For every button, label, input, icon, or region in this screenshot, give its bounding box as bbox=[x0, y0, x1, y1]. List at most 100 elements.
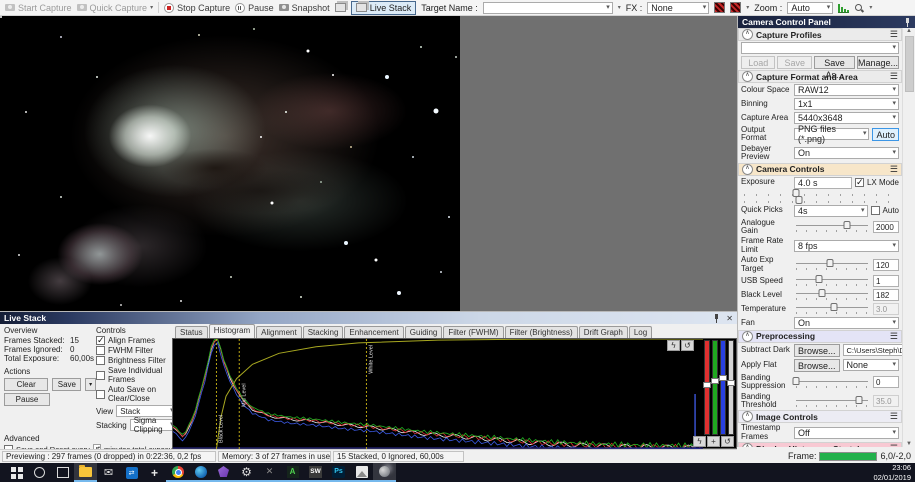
tab-drift-graph[interactable]: Drift Graph bbox=[578, 326, 628, 338]
taskbar-task-view-icon[interactable] bbox=[51, 463, 74, 482]
banding-suppression-slider[interactable] bbox=[792, 376, 870, 388]
pin-icon[interactable] bbox=[904, 17, 911, 27]
load-profile-button[interactable]: Load bbox=[741, 56, 776, 69]
live-stack-histogram-chart[interactable]: Black Level Mid Level White Level ϟ ↺ ϟ + … bbox=[172, 338, 737, 449]
snapshot-button[interactable]: Snapshot bbox=[278, 3, 330, 13]
lx-mode-checkbox[interactable] bbox=[854, 177, 864, 188]
white-level-slider[interactable] bbox=[727, 340, 735, 435]
debayer-preview-combobox[interactable]: On bbox=[794, 147, 899, 160]
livestack-checkbox-auto-save-on-clear-close[interactable]: Auto Save on Clear/Close bbox=[96, 385, 177, 403]
apply-flat-browse-button[interactable]: Browse... bbox=[794, 358, 840, 372]
fx-combobox[interactable]: None bbox=[647, 1, 710, 14]
section-menu-icon[interactable]: ☰ bbox=[890, 411, 898, 422]
checkbox-icon[interactable] bbox=[96, 346, 105, 355]
red-level-slider[interactable] bbox=[703, 340, 711, 435]
black-level-value[interactable]: 182 bbox=[873, 288, 899, 301]
start-capture-button[interactable]: Start Capture bbox=[5, 3, 72, 13]
temperature-slider[interactable] bbox=[794, 303, 870, 315]
taskbar-solidworks-icon[interactable]: SW bbox=[304, 463, 327, 482]
histogram-icon[interactable] bbox=[838, 2, 850, 13]
section-menu-icon[interactable]: ☰ bbox=[890, 29, 898, 40]
magnifier-icon[interactable] bbox=[854, 3, 864, 13]
timestamp-frames-combobox[interactable]: Off bbox=[794, 426, 899, 439]
camera-controls-header[interactable]: ∧ Camera Controls ☰ bbox=[738, 162, 902, 176]
quick-picks-combobox[interactable]: 4s bbox=[794, 204, 868, 217]
reset-icon[interactable]: ↺ bbox=[721, 436, 734, 447]
binning-combobox[interactable]: 1x1 bbox=[794, 98, 899, 110]
tab-status[interactable]: Status bbox=[175, 326, 208, 338]
taskbar-win-icon[interactable] bbox=[5, 463, 28, 482]
taskbar-photoshop-icon[interactable]: Ps bbox=[327, 463, 350, 482]
capture-profiles-header[interactable]: ∧ Capture Profiles ☰ bbox=[738, 28, 902, 41]
stop-capture-button[interactable]: Stop Capture bbox=[164, 2, 230, 13]
banding-suppression-value[interactable]: 0 bbox=[873, 376, 899, 389]
pause-button[interactable]: Pause bbox=[235, 2, 274, 13]
tab-enhancement[interactable]: Enhancement bbox=[344, 326, 404, 338]
auto-exp-target-slider[interactable] bbox=[794, 259, 870, 271]
taskbar-plus-icon[interactable]: + bbox=[143, 463, 166, 482]
zoom-combobox[interactable]: Auto bbox=[787, 1, 834, 14]
pin-icon[interactable] bbox=[713, 313, 720, 323]
taskbar-close-x-icon[interactable]: ✕ bbox=[258, 463, 281, 482]
collapse-icon[interactable]: ∧ bbox=[742, 29, 753, 40]
usb-speed-value[interactable]: 1 bbox=[873, 274, 899, 287]
quick-capture-button[interactable]: Quick Capture ▾ bbox=[76, 3, 153, 13]
usb-speed-slider[interactable] bbox=[794, 275, 870, 287]
capture-format-header[interactable]: ∧ Capture Format and Area ☰ bbox=[738, 70, 902, 83]
frame-rate-limit-combobox[interactable]: 8 fps bbox=[794, 239, 899, 252]
stack-frames-icon[interactable] bbox=[334, 3, 346, 12]
save-profile-button[interactable]: Save bbox=[777, 56, 812, 69]
tab-filter-fwhm[interactable]: Filter (FWHM) bbox=[443, 326, 504, 338]
checkbox-icon[interactable] bbox=[96, 370, 105, 380]
taskbar-clock[interactable]: 23:06 02/01/2019 bbox=[873, 463, 915, 482]
manage-profiles-button[interactable]: Manage... bbox=[856, 56, 899, 69]
auto-stretch-icon[interactable]: ϟ bbox=[667, 340, 680, 351]
subtract-dark-combobox[interactable]: C:\Users\Steph\Desktop\SharpC... bbox=[842, 344, 902, 357]
green-level-slider[interactable] bbox=[711, 340, 719, 435]
checkbox-icon[interactable] bbox=[96, 356, 105, 365]
zoom-in-icon[interactable]: + bbox=[707, 436, 720, 447]
tab-alignment[interactable]: Alignment bbox=[256, 326, 302, 338]
fan-combobox[interactable]: On bbox=[794, 316, 899, 329]
scroll-up-icon[interactable]: ▲ bbox=[906, 28, 912, 34]
tab-log[interactable]: Log bbox=[628, 326, 653, 338]
display-histogram-stretch-header[interactable]: ∧ Display Histogram Stretch ☰ bbox=[738, 442, 902, 447]
selection-area-icon[interactable] bbox=[714, 2, 726, 13]
analogue-gain-slider[interactable] bbox=[794, 221, 870, 233]
reset-stretch-icon[interactable]: ↺ bbox=[681, 340, 694, 351]
save-button[interactable]: Save bbox=[52, 378, 82, 391]
section-menu-icon[interactable]: ☰ bbox=[890, 331, 898, 342]
scrollbar-thumb[interactable] bbox=[904, 36, 914, 92]
auto-stretch-icon[interactable]: ϟ bbox=[693, 436, 706, 447]
capture-preview-image[interactable] bbox=[0, 16, 460, 311]
colour-space-combobox[interactable]: RAW12 bbox=[794, 84, 899, 96]
preprocessing-header[interactable]: ∧ Preprocessing ☰ bbox=[738, 329, 902, 343]
taskbar-photos-icon[interactable] bbox=[350, 463, 373, 482]
taskbar-teamviewer-icon[interactable]: ⇄ bbox=[120, 463, 143, 482]
checkbox-icon[interactable] bbox=[96, 389, 105, 399]
stacking-combobox[interactable]: Sigma Clipping bbox=[129, 416, 177, 434]
taskbar-mail-icon[interactable]: ✉ bbox=[97, 463, 120, 482]
capture-profile-combobox[interactable] bbox=[741, 42, 899, 54]
image-controls-header[interactable]: ∧ Image Controls ☰ bbox=[738, 410, 902, 424]
collapse-icon[interactable]: ∧ bbox=[742, 163, 753, 175]
exposure-coarse-slider[interactable] bbox=[744, 188, 896, 197]
taskbar-file-explorer-icon[interactable] bbox=[74, 463, 97, 482]
collapse-icon[interactable]: ∧ bbox=[742, 330, 753, 342]
tab-histogram[interactable]: Histogram bbox=[208, 324, 256, 338]
exposure-fine-slider[interactable] bbox=[744, 195, 896, 204]
taskbar-sharpcap-icon[interactable] bbox=[373, 463, 396, 482]
exposure-input[interactable]: 4.0 s bbox=[794, 176, 852, 189]
section-menu-icon[interactable]: ☰ bbox=[890, 164, 898, 175]
save-dropdown-button[interactable]: ▾ bbox=[85, 378, 97, 391]
collapse-icon[interactable]: ∧ bbox=[742, 443, 753, 447]
collapse-icon[interactable]: ∧ bbox=[742, 411, 753, 423]
blue-level-slider[interactable] bbox=[719, 340, 727, 435]
black-level-slider[interactable] bbox=[794, 289, 870, 301]
apply-flat-combobox[interactable]: None bbox=[842, 359, 899, 372]
livestack-checkbox-save-individual-frames[interactable]: Save Individual Frames bbox=[96, 366, 177, 384]
capture-area-combobox[interactable]: 5440x3648 bbox=[794, 112, 899, 124]
clear-button[interactable]: Clear bbox=[4, 378, 49, 391]
taskbar-chrome-icon[interactable] bbox=[166, 463, 189, 482]
save-as-profile-button[interactable]: Save As... bbox=[813, 56, 855, 80]
